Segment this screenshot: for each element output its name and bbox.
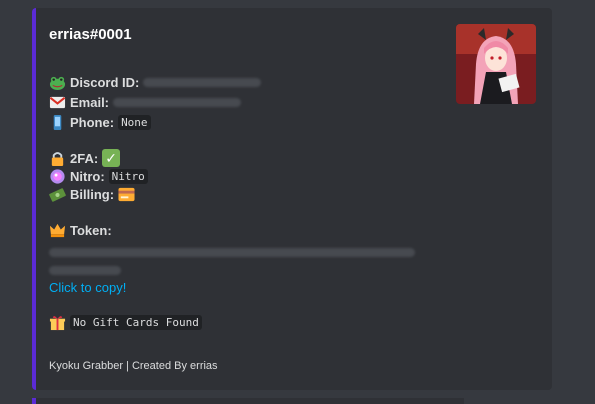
token-value-redacted [49,248,415,275]
nitro-gem-icon [50,169,65,184]
nitro-value: Nitro [108,169,148,184]
phone-row: Phone: None [49,114,151,131]
crown-icon [49,223,66,238]
twofa-row: 2FA: ✓ [49,149,121,167]
discord-id-label: Discord ID: [70,75,140,90]
next-embed-edge [32,398,464,404]
credit-card-icon [118,187,135,202]
lock-icon [51,151,64,166]
money-icon [49,188,66,202]
phone-value: None [118,115,151,130]
email-row: Email: [49,94,242,111]
discord-id-row: Discord ID: [49,74,262,91]
embed-title: errias#0001 [49,26,132,43]
billing-row: Billing: [49,186,139,203]
discord-id-value-redacted [143,78,262,87]
anime-avatar-image [456,24,536,104]
check-mark-icon: ✓ [102,149,121,167]
embed-footer: Kyoku Grabber | Created By errias [49,360,218,372]
token-row: Token: [49,222,116,239]
phone-icon [53,114,62,131]
gift-cards-value: No Gift Cards Found [70,315,202,330]
token-label: Token: [70,223,112,238]
avatar-thumbnail[interactable] [456,24,536,104]
nitro-row: Nitro: Nitro [49,168,148,185]
billing-label: Billing: [70,187,115,202]
mail-icon [49,96,66,109]
embed-card: errias#0001 Discord ID: Email: Phone: No… [32,8,552,390]
nitro-label: Nitro: [70,169,105,184]
gift-icon [49,316,66,331]
email-label: Email: [70,95,110,110]
phone-label: Phone: [70,115,115,130]
frog-emoji-icon [49,76,66,91]
email-value-redacted [113,98,242,107]
twofa-label: 2FA: [70,150,99,166]
gift-cards-row: No Gift Cards Found [49,314,202,331]
copy-token-link[interactable]: Click to copy! [49,280,126,295]
